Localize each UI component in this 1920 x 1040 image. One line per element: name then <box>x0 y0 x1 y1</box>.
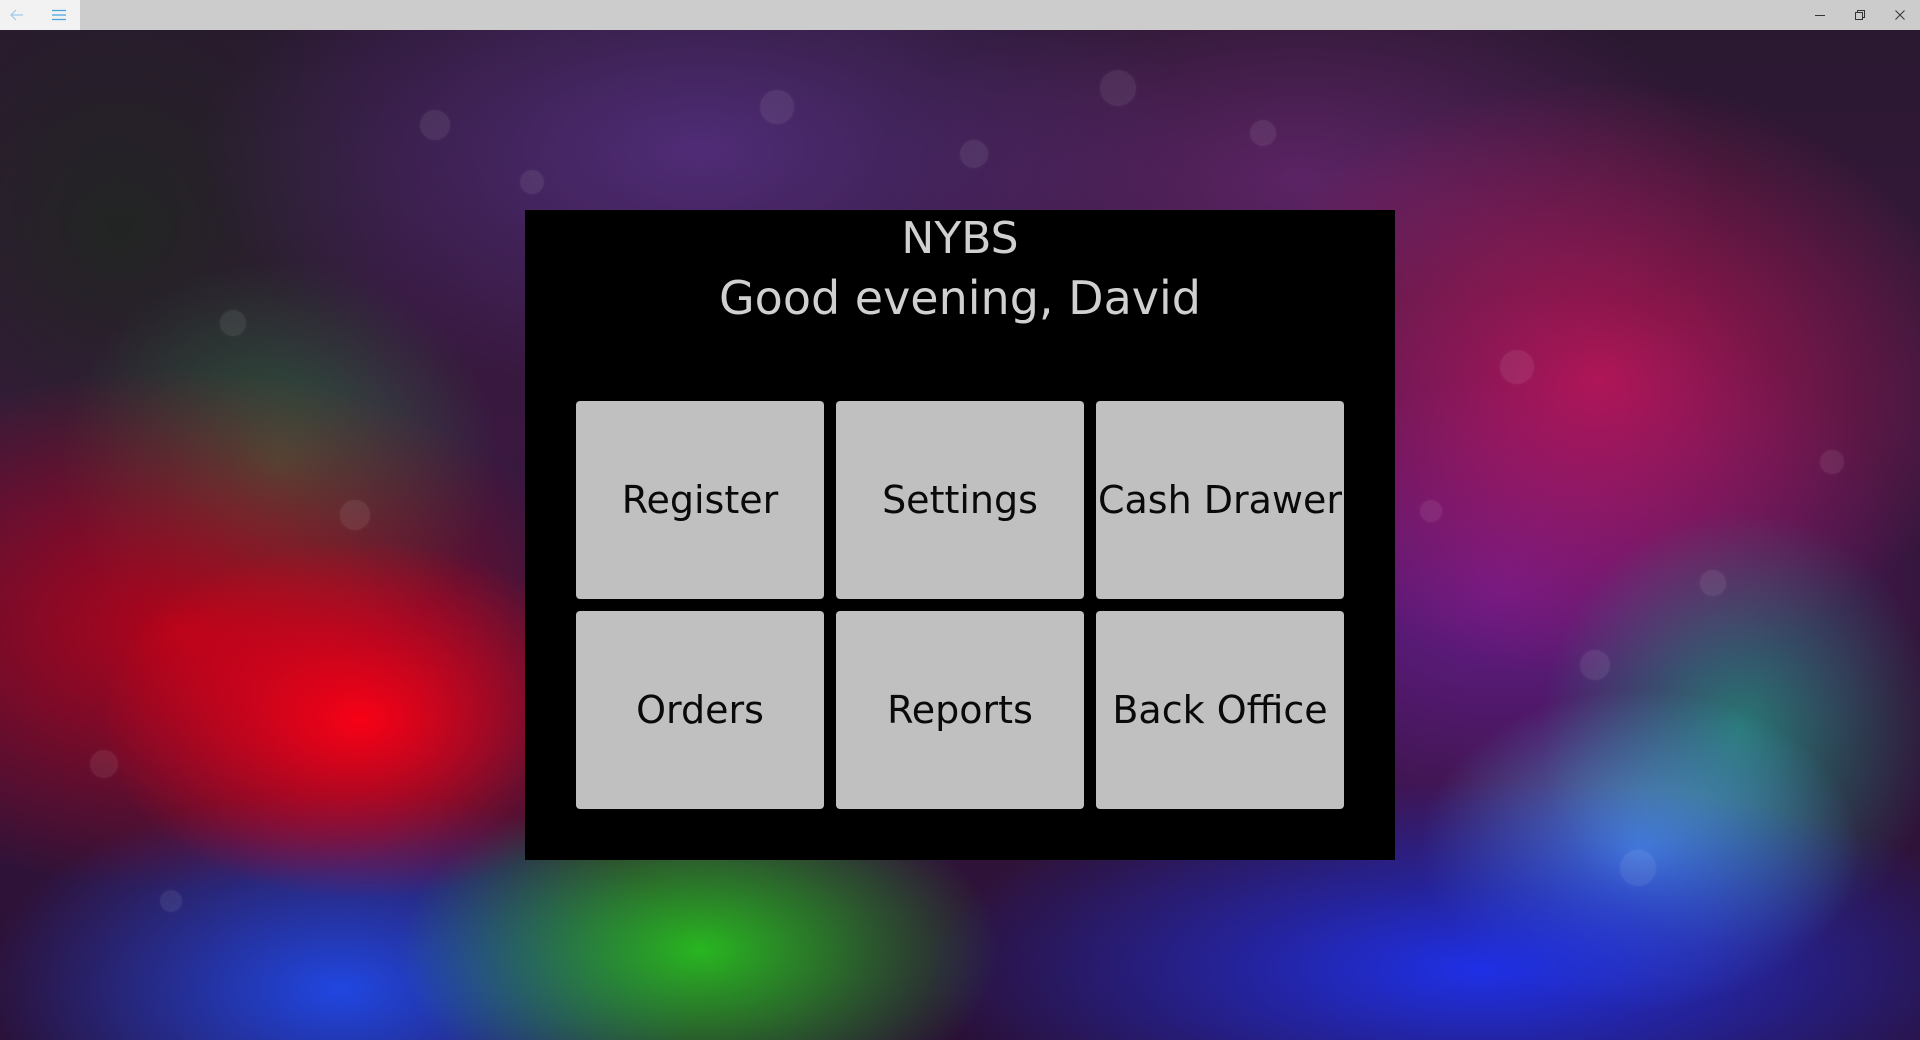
bokeh-dot <box>1620 850 1656 886</box>
arrow-left-icon <box>10 9 23 21</box>
settings-button[interactable]: Settings <box>836 401 1084 599</box>
orders-button[interactable]: Orders <box>576 611 824 809</box>
cash-drawer-button[interactable]: Cash Drawer <box>1096 401 1344 599</box>
register-button-label: Register <box>621 478 779 522</box>
bokeh-dot <box>420 110 450 140</box>
close-button[interactable] <box>1880 0 1920 30</box>
bokeh-dot <box>1700 570 1726 596</box>
back-button[interactable] <box>0 0 34 30</box>
greeting-text: Good evening, David <box>719 271 1201 325</box>
bokeh-dot <box>220 310 246 336</box>
title-bar <box>0 0 1920 30</box>
hamburger-menu-button[interactable] <box>44 0 74 30</box>
restore-icon <box>1855 10 1865 20</box>
bokeh-dot <box>1500 350 1534 384</box>
back-office-button-label: Back Office <box>1112 688 1328 732</box>
back-office-button[interactable]: Back Office <box>1096 611 1344 809</box>
reports-button[interactable]: Reports <box>836 611 1084 809</box>
bokeh-dot <box>160 890 182 912</box>
reports-button-label: Reports <box>887 688 1033 732</box>
restore-button[interactable] <box>1840 0 1880 30</box>
bokeh-dot <box>960 140 988 168</box>
bokeh-dot <box>90 750 118 778</box>
register-button[interactable]: Register <box>576 401 824 599</box>
close-icon <box>1895 10 1905 20</box>
company-name: NYBS <box>901 213 1019 264</box>
bokeh-dot <box>1420 500 1442 522</box>
minimize-icon <box>1815 15 1825 16</box>
cash-drawer-button-label: Cash Drawer <box>1097 478 1343 522</box>
bokeh-dot <box>1100 70 1136 106</box>
bokeh-dot <box>1580 650 1610 680</box>
bokeh-dot <box>1250 120 1276 146</box>
bokeh-dot <box>1820 450 1844 474</box>
minimize-button[interactable] <box>1800 0 1840 30</box>
settings-button-label: Settings <box>882 478 1038 522</box>
home-panel: NYBS Good evening, David Register Settin… <box>525 210 1395 860</box>
bokeh-dot <box>340 500 370 530</box>
bokeh-dot <box>760 90 794 124</box>
orders-button-label: Orders <box>636 688 764 732</box>
bokeh-dot <box>520 170 544 194</box>
hamburger-menu-icon <box>52 9 66 21</box>
